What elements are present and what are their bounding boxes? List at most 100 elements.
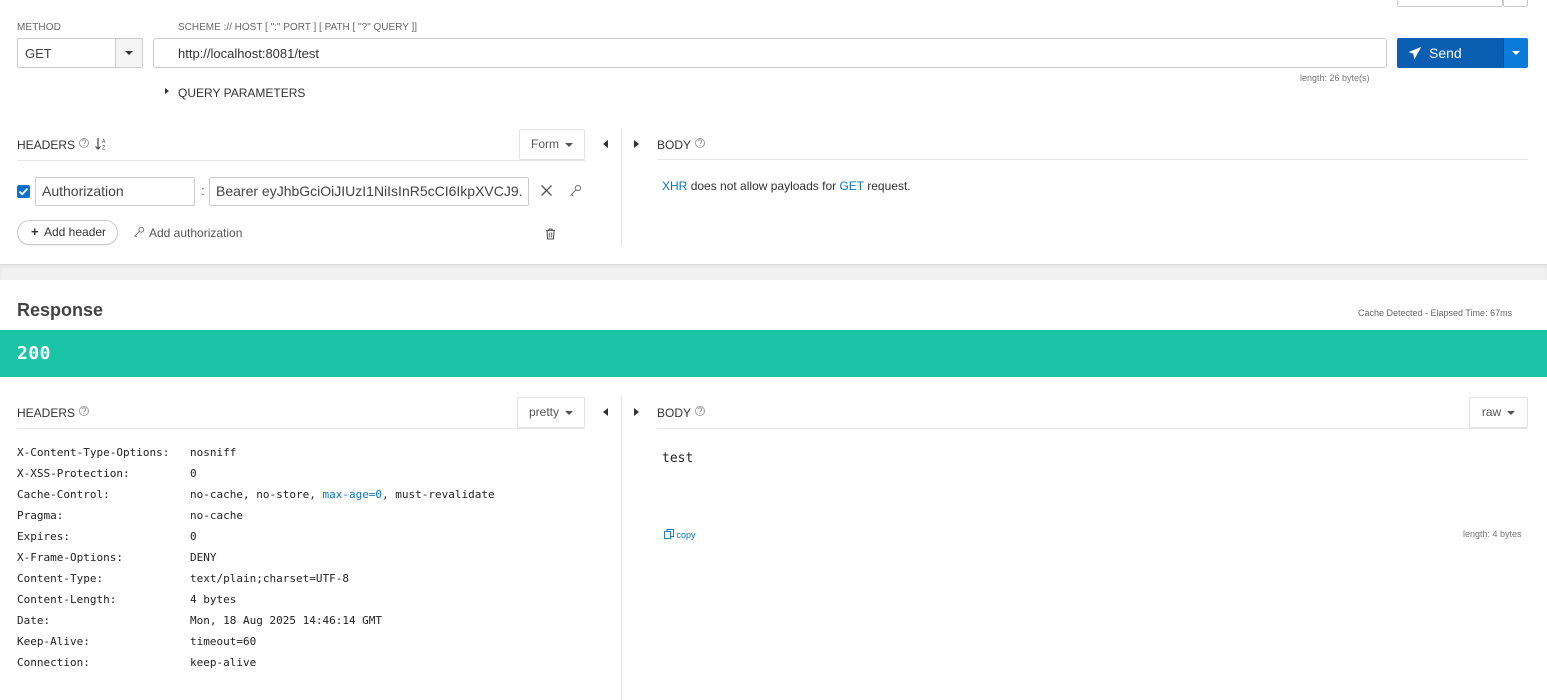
help-icon[interactable]: ?	[695, 138, 706, 148]
chevron-down-icon	[125, 51, 133, 55]
header-name: X-XSS-Protection:	[17, 467, 130, 480]
cache-info: Cache Detected - Elapsed Time: 67ms	[1358, 308, 1513, 318]
collapse-left-icon[interactable]	[603, 408, 608, 416]
sort-alpha-icon[interactable]: AZ	[95, 137, 107, 154]
method-dropdown-toggle[interactable]	[115, 39, 142, 67]
header-value-part: no-cache, no-store,	[190, 488, 323, 501]
panel-divider	[621, 396, 622, 700]
method-link[interactable]: GET	[839, 179, 863, 193]
section-separator	[0, 264, 1547, 280]
response-headers-format-value: pretty	[528, 405, 559, 419]
response-headers-title: HEADERS?	[17, 406, 90, 420]
paper-plane-icon	[1409, 47, 1421, 59]
plus-icon: +	[31, 224, 39, 239]
header-name: X-Content-Type-Options:	[17, 446, 170, 459]
help-icon[interactable]: ?	[695, 406, 706, 416]
request-headers-title-text: HEADERS	[17, 138, 76, 152]
header-value-link[interactable]: max-age=0	[322, 488, 382, 501]
header-value: 0	[190, 530, 197, 543]
help-icon[interactable]: ?	[79, 406, 90, 416]
method-label: METHOD	[17, 22, 61, 33]
divider	[657, 159, 1528, 160]
header-value: no-cache	[190, 509, 243, 522]
header-name-input[interactable]: Authorization	[35, 177, 195, 206]
method-select[interactable]: GET	[17, 38, 143, 68]
copy-label: copy	[676, 530, 696, 540]
header-name: Expires:	[17, 530, 70, 543]
svg-text:A: A	[102, 139, 106, 145]
chevron-down-icon	[565, 410, 573, 415]
key-icon[interactable]	[569, 184, 582, 202]
request-body-title: BODY?	[657, 138, 706, 152]
response-body-format-value: raw	[1481, 405, 1502, 419]
xhr-link[interactable]: XHR	[662, 179, 687, 193]
header-value: text/plain;charset=UTF-8	[190, 572, 349, 585]
header-value: DENY	[190, 551, 217, 564]
copy-icon	[664, 529, 674, 539]
top-right-control-menu[interactable]	[1503, 0, 1528, 7]
chevron-down-icon	[1512, 51, 1520, 55]
header-enabled-checkbox[interactable]	[17, 185, 30, 198]
query-parameters-label: QUERY PARAMETERS	[178, 86, 306, 100]
divider	[17, 428, 585, 429]
header-value-input[interactable]: Bearer eyJhbGciOiJIUzI1NiIsInR5cCI6IkpXV…	[209, 177, 529, 206]
headers-format-dropdown[interactable]: Form	[519, 129, 585, 160]
expand-right-icon[interactable]	[634, 408, 639, 416]
top-right-control[interactable]	[1397, 0, 1503, 7]
divider	[17, 160, 585, 161]
send-button[interactable]: Send	[1397, 38, 1503, 68]
header-value: 4 bytes	[190, 593, 237, 606]
header-value: 0	[190, 467, 197, 480]
key-icon	[134, 226, 145, 238]
add-header-label: Add header	[44, 225, 107, 239]
response-body-content: test	[662, 451, 694, 466]
trash-icon[interactable]	[545, 227, 556, 245]
header-name: Pragma:	[17, 509, 64, 522]
response-body-format-dropdown[interactable]: raw	[1469, 397, 1528, 428]
response-body-title-text: BODY	[657, 406, 692, 420]
header-value: no-cache, no-store, max-age=0, must-reva…	[190, 488, 495, 501]
response-headers-title-text: HEADERS	[17, 406, 76, 420]
headers-format-value: Form	[531, 137, 559, 151]
message-text: does not allow payloads for	[690, 179, 837, 193]
header-name: Cache-Control:	[17, 488, 110, 501]
header-value-part: , must-revalidate	[382, 488, 495, 501]
request-headers-title: HEADERS?	[17, 138, 90, 152]
check-icon	[18, 187, 29, 196]
response-headers-format-dropdown[interactable]: pretty	[517, 397, 585, 428]
response-title: Response	[17, 300, 104, 320]
help-icon[interactable]: ?	[79, 138, 90, 148]
header-name: Content-Type:	[17, 572, 104, 585]
svg-text:Z: Z	[102, 146, 106, 152]
url-label: SCHEME :// HOST [ ":" PORT ] [ PATH [ "?…	[178, 22, 418, 33]
send-options-button[interactable]	[1503, 38, 1528, 68]
status-banner	[0, 330, 1547, 377]
add-header-button[interactable]: + Add header	[17, 220, 118, 245]
status-code: 200	[17, 343, 52, 364]
header-separator: :	[201, 183, 205, 198]
collapse-left-icon[interactable]	[603, 140, 608, 148]
header-name: X-Frame-Options:	[17, 551, 123, 564]
response-body-title: BODY?	[657, 406, 706, 420]
add-authorization-label: Add authorization	[149, 226, 243, 240]
chevron-down-icon	[565, 142, 573, 147]
header-value: nosniff	[190, 446, 237, 459]
panel-divider	[621, 128, 622, 246]
copy-button[interactable]: copy	[664, 529, 696, 540]
header-name: Connection:	[17, 656, 90, 669]
expand-right-icon[interactable]	[634, 140, 639, 148]
remove-header-icon[interactable]	[540, 184, 553, 202]
url-input[interactable]	[153, 38, 1387, 68]
request-body-title-text: BODY	[657, 138, 692, 152]
caret-right-icon	[165, 88, 169, 94]
header-value: keep-alive	[190, 656, 257, 669]
header-value: timeout=60	[190, 635, 257, 648]
message-text-end: request.	[867, 179, 911, 193]
send-label: Send	[1429, 45, 1462, 61]
divider	[657, 428, 1528, 429]
header-name: Keep-Alive:	[17, 635, 90, 648]
header-value: Mon, 18 Aug 2025 14:46:14 GMT	[190, 614, 383, 627]
method-value: GET	[25, 46, 52, 61]
body-length: length: 4 bytes	[1463, 529, 1522, 539]
body-not-allowed-message: XHR does not allow payloads for GET requ…	[662, 179, 911, 193]
